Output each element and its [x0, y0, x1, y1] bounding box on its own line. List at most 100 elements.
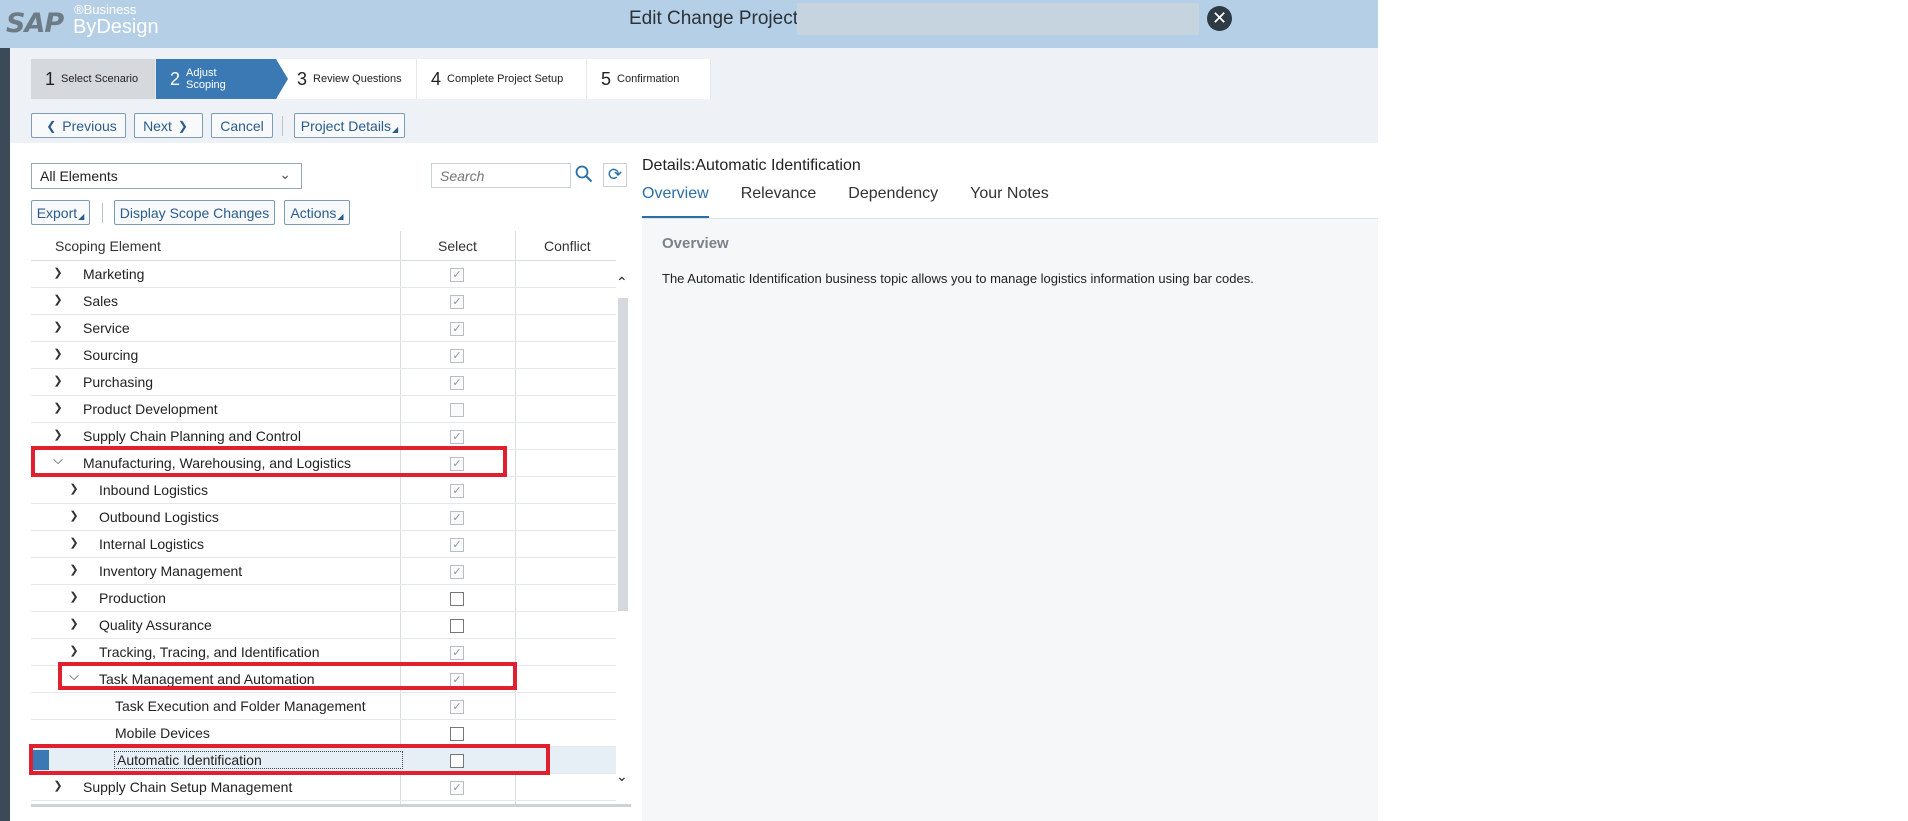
- chevron-right-icon[interactable]: ❯: [51, 293, 65, 306]
- step-confirmation[interactable]: 5 Confirmation: [587, 59, 711, 99]
- table-row[interactable]: ❯ Supply Chain Planning and Control ✓: [31, 423, 616, 450]
- chevron-right-icon[interactable]: ❯: [67, 509, 81, 522]
- step-review-questions[interactable]: 3 Review Questions: [277, 59, 417, 99]
- table-row[interactable]: Task Execution and Folder Management ✓: [31, 693, 616, 720]
- table-row[interactable]: ❯ Sourcing ✓: [31, 342, 616, 369]
- chevron-down-icon[interactable]: ⌵: [67, 668, 81, 684]
- dropdown-value: All Elements: [40, 168, 118, 184]
- column-header-conflict[interactable]: Conflict: [544, 238, 591, 254]
- select-checkbox[interactable]: [450, 754, 464, 768]
- chevron-right-icon[interactable]: ❯: [51, 779, 65, 792]
- chevron-right-icon[interactable]: ❯: [67, 563, 81, 576]
- next-button[interactable]: Next ❯: [134, 113, 203, 138]
- select-checkbox: ✓: [450, 430, 464, 444]
- chevron-right-icon[interactable]: ❯: [67, 590, 81, 603]
- chevron-right-icon[interactable]: ❯: [67, 617, 81, 630]
- row-selection-marker[interactable]: [33, 750, 49, 770]
- scoping-table: Scoping Element Select Conflict ❯ Marketi…: [31, 231, 616, 806]
- row-label: Marketing: [83, 266, 145, 282]
- display-scope-changes-button[interactable]: Display Scope Changes: [114, 200, 275, 225]
- select-checkbox[interactable]: [450, 727, 464, 741]
- chevron-right-icon[interactable]: ❯: [51, 266, 65, 279]
- previous-label: Previous: [62, 117, 117, 134]
- menu-corner-icon: ◢: [392, 125, 399, 134]
- table-row[interactable]: ❯ Purchasing ✓: [31, 369, 616, 396]
- table-row[interactable]: ❯ Sales ✓: [31, 288, 616, 315]
- chevron-right-icon[interactable]: ❯: [51, 320, 65, 333]
- export-label: Export: [36, 204, 78, 221]
- table-scrollbar[interactable]: ⌃ ⌄: [616, 270, 630, 800]
- search-icon[interactable]: [575, 165, 595, 185]
- select-checkbox: ✓: [450, 700, 464, 714]
- previous-button[interactable]: ❮ Previous: [31, 113, 126, 138]
- cancel-button[interactable]: Cancel: [211, 113, 273, 138]
- chevron-up-icon[interactable]: ⌃: [616, 274, 628, 291]
- main-canvas: SAP ®Business ByDesign Edit Change Proje…: [0, 0, 1378, 821]
- project-details-button[interactable]: Project Details ◢: [294, 113, 405, 138]
- column-header-scoping-element[interactable]: Scoping Element: [55, 238, 161, 254]
- table-row[interactable]: ❯ Service ✓: [31, 315, 616, 342]
- select-checkbox: ✓: [450, 349, 464, 363]
- select-checkbox[interactable]: [450, 619, 464, 633]
- table-row[interactable]: ❯ Quality Assurance: [31, 612, 616, 639]
- table-row[interactable]: ❯ Inventory Management ✓: [31, 558, 616, 585]
- column-header-select[interactable]: Select: [438, 238, 477, 254]
- step-complete-project-setup[interactable]: 4 Complete Project Setup: [417, 59, 587, 99]
- chevron-down-icon[interactable]: ⌵: [51, 452, 65, 468]
- row-label: Service: [83, 320, 130, 336]
- export-button[interactable]: Export ◢: [31, 200, 90, 225]
- step-number: 3: [297, 68, 308, 89]
- logo-bydesign-text: ByDesign: [73, 16, 159, 38]
- table-row[interactable]: ❯ Internal Logistics ✓: [31, 531, 616, 558]
- scrollbar-thumb[interactable]: [618, 298, 628, 611]
- table-row[interactable]: ❯ Production: [31, 585, 616, 612]
- tab-your-notes[interactable]: Your Notes: [970, 185, 1049, 218]
- table-row[interactable]: Mobile Devices: [31, 720, 616, 747]
- table-row[interactable]: ⌵ Manufacturing, Warehousing, and Logisti…: [31, 450, 616, 477]
- wizard-steps: 1 Select Scenario 2 Adjust Scoping 3 Rev…: [31, 59, 711, 99]
- select-checkbox: ✓: [450, 295, 464, 309]
- table-row[interactable]: ❯ Inbound Logistics ✓: [31, 477, 616, 504]
- toolbar-separator: [282, 116, 283, 136]
- search-input[interactable]: [431, 163, 571, 188]
- step-adjust-scoping[interactable]: 2 Adjust Scoping: [156, 59, 288, 99]
- actions-button[interactable]: Actions ◢: [284, 200, 350, 225]
- logo-sap-text: SAP: [6, 8, 64, 39]
- table-row[interactable]: ❯ Outbound Logistics ✓: [31, 504, 616, 531]
- chevron-right-icon[interactable]: ❯: [51, 374, 65, 387]
- header-bar: SAP ®Business ByDesign Edit Change Proje…: [0, 0, 1378, 48]
- chevron-right-icon[interactable]: ❯: [67, 644, 81, 657]
- elements-filter-dropdown[interactable]: All Elements ⌄: [31, 163, 302, 189]
- chevron-right-icon[interactable]: ❯: [67, 482, 81, 495]
- table-row[interactable]: ⌵ Task Management and Automation ✓: [31, 666, 616, 693]
- step-label: Confirmation: [617, 73, 680, 85]
- chevron-right-icon[interactable]: ❯: [51, 401, 65, 414]
- refresh-icon[interactable]: ⟳: [603, 163, 627, 187]
- close-icon[interactable]: ✕: [1207, 6, 1232, 31]
- select-checkbox: ✓: [450, 565, 464, 579]
- tab-dependency[interactable]: Dependency: [848, 185, 938, 218]
- app-window: SAP ®Business ByDesign Edit Change Proje…: [0, 0, 1908, 821]
- table-row[interactable]: Automatic Identification: [31, 747, 616, 774]
- row-label: Inventory Management: [99, 563, 243, 579]
- chevron-right-icon[interactable]: ❯: [67, 536, 81, 549]
- chevron-right-icon[interactable]: ❯: [51, 428, 65, 441]
- step-label: Complete Project Setup: [447, 73, 564, 85]
- tab-overview[interactable]: Overview: [642, 185, 709, 218]
- select-checkbox: ✓: [450, 484, 464, 498]
- sap-bydesign-logo: SAP ®Business ByDesign: [6, 2, 176, 39]
- table-row[interactable]: ❯ Supply Chain Setup Management ✓: [31, 774, 616, 801]
- step-select-scenario[interactable]: 1 Select Scenario: [31, 59, 156, 99]
- table-row[interactable]: ❯ Tracking, Tracing, and Identification ✓: [31, 639, 616, 666]
- chevron-down-icon[interactable]: ⌄: [616, 768, 628, 785]
- chevron-right-icon: ❯: [177, 118, 188, 133]
- select-checkbox[interactable]: [450, 592, 464, 606]
- chevron-right-icon[interactable]: ❯: [51, 347, 65, 360]
- table-header: Scoping Element Select Conflict: [31, 231, 616, 261]
- row-label: Purchasing: [83, 374, 154, 390]
- row-label: Supply Chain Setup Management: [83, 779, 293, 795]
- table-row[interactable]: ❯ Marketing ✓: [31, 261, 616, 288]
- tab-relevance[interactable]: Relevance: [741, 185, 817, 218]
- table-row[interactable]: ❯ Product Development: [31, 396, 616, 423]
- select-checkbox: ✓: [450, 646, 464, 660]
